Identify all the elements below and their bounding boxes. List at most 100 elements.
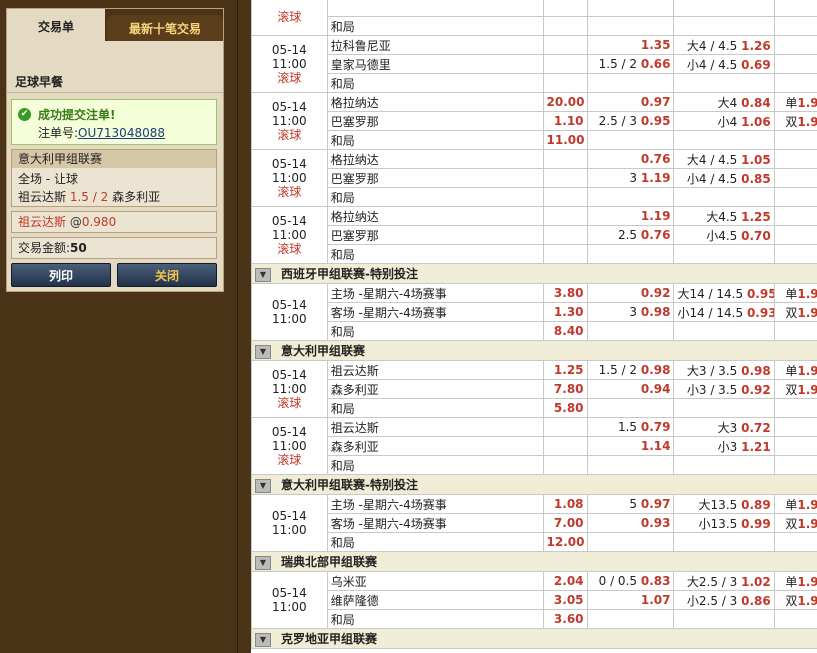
over-under-cell[interactable]: 小3 / 3.5 0.92 <box>673 379 775 399</box>
tab-last-ten-trades[interactable]: 最新十笔交易 <box>107 15 223 41</box>
tab-bet-slip[interactable]: 交易单 <box>7 9 105 41</box>
odds-1x2-cell[interactable]: 1.25 <box>542 360 588 380</box>
over-under-cell[interactable]: 大14 / 14.5 0.95 <box>673 283 775 303</box>
match-date: 05-14 <box>271 586 307 600</box>
handicap-cell[interactable]: 3 1.19 <box>586 168 675 188</box>
handicap-cell[interactable]: 1.5 / 2 0.66 <box>586 54 675 74</box>
over-under-cell[interactable]: 大13.5 0.89 <box>673 494 775 514</box>
odd-even-cell <box>773 73 817 93</box>
odds-1x2-cell[interactable]: 3.60 <box>542 609 588 629</box>
odd-even-cell[interactable]: 单1.94 <box>773 360 817 380</box>
over-under-cell[interactable]: 大4.5 1.25 <box>673 206 775 226</box>
odd-even-cell[interactable]: 双1.95 <box>773 302 817 322</box>
odd-even-odds: 1.95 <box>797 95 817 110</box>
collapse-icon[interactable]: ▼ <box>255 267 271 282</box>
table-row: 和局 8.40 <box>252 321 817 341</box>
handicap-cell[interactable]: 1.07 <box>586 590 675 610</box>
match-date: 05-14 <box>271 298 307 312</box>
handicap-cell[interactable]: 1.19 <box>586 206 675 226</box>
odds-1x2-cell[interactable]: 1.08 <box>542 494 588 514</box>
league-header-row: ▼ 克罗地亚甲组联赛 <box>251 628 817 649</box>
table-row: 滚球 <box>251 0 817 36</box>
odd-even-cell <box>773 225 817 245</box>
handicap-cell[interactable]: 0.97 <box>586 92 675 112</box>
odds-1x2-cell <box>542 436 588 456</box>
handicap-line: 3 <box>629 171 641 185</box>
handicap-cell[interactable]: 3 0.98 <box>586 302 675 322</box>
close-button[interactable]: 关闭 <box>117 263 217 287</box>
odd-even-cell[interactable]: 单1.96 <box>773 571 817 591</box>
handicap-cell[interactable]: 0.76 <box>586 149 675 169</box>
odd-even-cell[interactable]: 双1.95 <box>773 111 817 131</box>
over-under-cell <box>673 321 775 341</box>
handicap-cell[interactable]: 1.14 <box>586 436 675 456</box>
handicap-cell <box>586 398 675 418</box>
over-under-cell[interactable]: 小2.5 / 3 0.86 <box>673 590 775 610</box>
over-under-cell[interactable]: 大3 0.72 <box>673 417 775 437</box>
over-under-cell <box>673 609 775 629</box>
odd-even-cell[interactable]: 双1.96 <box>773 379 817 399</box>
collapse-icon[interactable]: ▼ <box>255 555 271 570</box>
team-name-cell: 森多利亚 <box>326 379 544 399</box>
over-under-cell[interactable]: 小13.5 0.99 <box>673 513 775 533</box>
odd-even-cell[interactable]: 单1.95 <box>773 494 817 514</box>
handicap-cell[interactable]: 0 / 0.5 0.83 <box>586 571 675 591</box>
odds-1x2-cell[interactable]: 5.80 <box>542 398 588 418</box>
over-under-cell[interactable]: 大4 0.84 <box>673 92 775 112</box>
over-under-odds: 1.02 <box>741 574 771 589</box>
over-under-cell[interactable]: 小14 / 14.5 0.93 <box>673 302 775 322</box>
handicap-cell[interactable]: 0.93 <box>586 513 675 533</box>
handicap-cell <box>586 455 675 475</box>
team-name-cell: 和局 <box>326 130 544 150</box>
handicap-cell[interactable]: 1.5 0.79 <box>586 417 675 437</box>
over-under-cell[interactable]: 大3 / 3.5 0.98 <box>673 360 775 380</box>
handicap-cell[interactable]: 0.92 <box>586 283 675 303</box>
handicap-cell[interactable]: 1.35 <box>586 35 675 55</box>
team-name-cell: 巴塞罗那 <box>326 111 544 131</box>
match-time: 11:00 <box>272 228 307 242</box>
over-under-cell[interactable]: 小4 / 4.5 0.69 <box>673 54 775 74</box>
odds-1x2-cell[interactable]: 7.00 <box>542 513 588 533</box>
odd-even-cell[interactable]: 单1.95 <box>773 92 817 112</box>
bet-slip-sidebar: 交易单 最新十笔交易 足球早餐 ✔ 成功提交注单! 注单号:OU71304808… <box>0 0 228 653</box>
handicap-cell[interactable]: 5 0.97 <box>586 494 675 514</box>
over-under-cell[interactable]: 小3 1.21 <box>673 436 775 456</box>
team-name-cell: 和局 <box>326 73 544 93</box>
team-name-cell: 和局 <box>326 16 544 36</box>
over-under-cell[interactable]: 小4.5 0.70 <box>673 225 775 245</box>
odd-even-cell[interactable]: 双1.95 <box>773 513 817 533</box>
odds-1x2-cell[interactable]: 3.80 <box>542 283 588 303</box>
odds-1x2-cell[interactable]: 12.00 <box>542 532 588 552</box>
over-under-cell[interactable]: 小4 / 4.5 0.85 <box>673 168 775 188</box>
handicap-cell[interactable]: 1.5 / 2 0.98 <box>586 360 675 380</box>
handicap-cell[interactable]: 2.5 0.76 <box>586 225 675 245</box>
odds-1x2-cell[interactable]: 7.80 <box>542 379 588 399</box>
handicap-cell[interactable]: 0.94 <box>586 379 675 399</box>
odds-1x2-cell[interactable]: 11.00 <box>542 130 588 150</box>
match-time: 11:00 <box>272 57 307 71</box>
odds-1x2-cell[interactable]: 1.30 <box>542 302 588 322</box>
over-under-cell[interactable]: 大4 / 4.5 1.26 <box>673 35 775 55</box>
odds-1x2-cell[interactable]: 3.05 <box>542 590 588 610</box>
over-under-cell[interactable]: 大2.5 / 3 1.02 <box>673 571 775 591</box>
handicap-cell[interactable]: 2.5 / 3 0.95 <box>586 111 675 131</box>
table-row: 皇家马德里 1.5 / 2 0.66 小4 / 4.5 0.69 <box>252 54 817 74</box>
print-button[interactable]: 列印 <box>11 263 111 287</box>
collapse-icon[interactable]: ▼ <box>255 478 271 493</box>
odds-1x2-cell[interactable]: 2.04 <box>542 571 588 591</box>
collapse-icon[interactable]: ▼ <box>255 632 271 647</box>
over-under-cell[interactable]: 大4 / 4.5 1.05 <box>673 149 775 169</box>
odd-even-cell[interactable]: 单1.95 <box>773 283 817 303</box>
order-number-link[interactable]: OU713048088 <box>78 126 165 140</box>
odd-even-label: 双 <box>785 516 798 531</box>
odd-even-label: 单 <box>785 363 798 378</box>
odd-even-cell[interactable]: 双1.94 <box>773 590 817 610</box>
collapse-icon[interactable]: ▼ <box>255 344 271 359</box>
odds-1x2-cell[interactable]: 1.10 <box>542 111 588 131</box>
odd-even-cell <box>773 436 817 456</box>
over-under-line: 大3 / 3.5 <box>686 363 742 378</box>
odds-1x2-cell[interactable]: 8.40 <box>542 321 588 341</box>
over-under-cell[interactable]: 小4 1.06 <box>673 111 775 131</box>
over-under-line: 小4 / 4.5 <box>686 57 742 72</box>
odds-1x2-cell[interactable]: 20.00 <box>542 92 588 112</box>
